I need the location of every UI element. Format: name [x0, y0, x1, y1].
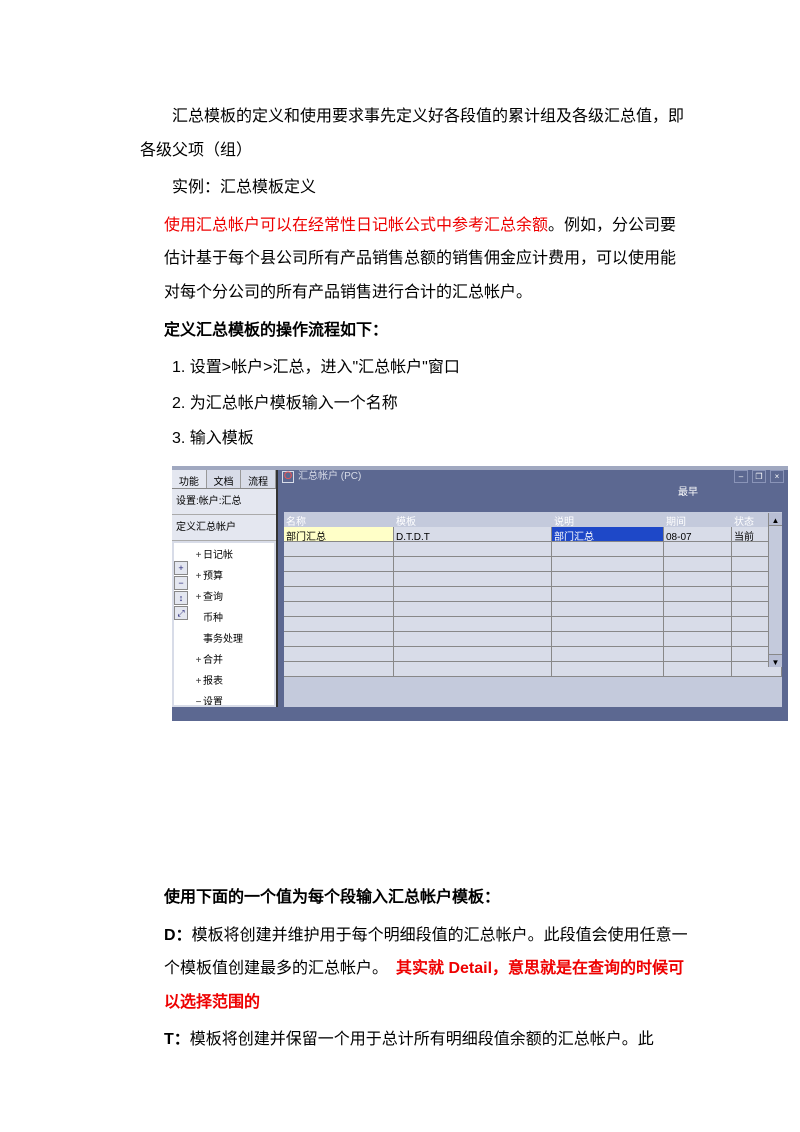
tab-document[interactable]: 文档	[207, 470, 242, 488]
breadcrumb: 设置:帐户:汇总	[172, 489, 276, 515]
window-title: 汇总帐户 (PC)	[298, 466, 734, 487]
minimize-icon[interactable]: –	[734, 470, 748, 483]
tab-process[interactable]: 流程	[241, 470, 276, 488]
breadcrumb-2: 定义汇总帐户	[172, 515, 276, 541]
step-3: 3. 输入模板	[172, 422, 690, 456]
tree-item[interactable]: 币种	[192, 608, 274, 629]
label-early: 最早	[678, 482, 698, 503]
form-pane: O 汇总帐户 (PC) – ❐ × 最早 名称 模板 说明 期间 状态 部门汇总…	[278, 470, 788, 707]
intro-para: 汇总模板的定义和使用要求事先定义好各段值的累计组及各级汇总值，即各级父项（组）	[140, 100, 690, 167]
tree-item[interactable]: +预算	[192, 566, 274, 587]
data-grid: 名称 模板 说明 期间 状态 部门汇总 D.T.D.T 部门汇总 08-07 当…	[284, 512, 782, 707]
tree-item[interactable]: +报表	[192, 671, 274, 692]
cell-name[interactable]: 部门汇总	[284, 527, 394, 541]
scrollbar[interactable]: ▲▼	[768, 513, 782, 667]
segment-title: 使用下面的一个值为每个段输入汇总帐户模板：	[164, 881, 690, 915]
tab-function[interactable]: 功能	[172, 470, 207, 488]
example-desc: 使用汇总帐户可以在经常性日记帐公式中参考汇总余额。例如，分公司要估计基于每个县公…	[164, 209, 690, 310]
table-row[interactable]	[284, 542, 782, 557]
tree-item[interactable]: 事务处理	[192, 629, 274, 650]
oracle-icon: O	[282, 471, 294, 483]
navigator-pane: 功能 文档 流程 设置:帐户:汇总 定义汇总帐户 + − ↕ ⤢ +日记帐 +预…	[172, 470, 278, 707]
table-row[interactable]: 部门汇总 D.T.D.T 部门汇总 08-07 当前	[284, 527, 782, 542]
example-title: 实例：汇总模板定义	[140, 171, 690, 205]
table-row[interactable]	[284, 572, 782, 587]
table-row[interactable]	[284, 617, 782, 632]
table-row[interactable]	[284, 587, 782, 602]
window-titlebar: O 汇总帐户 (PC) – ❐ ×	[278, 470, 788, 484]
tree-item[interactable]: −设置	[192, 692, 274, 705]
col-name: 名称	[284, 512, 394, 526]
red-text-1: 使用汇总帐户可以在经常性日记帐公式中参考汇总余额	[164, 217, 548, 234]
cell-period[interactable]: 08-07	[664, 527, 732, 541]
table-row[interactable]	[284, 647, 782, 662]
col-desc: 说明	[552, 512, 664, 526]
close-icon[interactable]: ×	[770, 470, 784, 483]
restore-icon[interactable]: ❐	[752, 470, 766, 483]
tree-item[interactable]: +合并	[192, 650, 274, 671]
col-template: 模板	[394, 512, 552, 526]
col-period: 期间	[664, 512, 732, 526]
table-row[interactable]	[284, 602, 782, 617]
d-desc: D：模板将创建并维护用于每个明细段值的汇总帐户。此段值会使用任意一个模板值创建最…	[164, 919, 690, 1020]
t-desc: T：模板将创建并保留一个用于总计所有明细段值余额的汇总帐户。此	[164, 1023, 690, 1057]
step-1: 1. 设置>帐户>汇总，进入"汇总帐户"窗口	[172, 351, 690, 385]
step-2: 2. 为汇总帐户模板输入一个名称	[172, 387, 690, 421]
cell-desc[interactable]: 部门汇总	[552, 527, 664, 541]
table-row[interactable]	[284, 632, 782, 647]
nav-tree: + − ↕ ⤢ +日记帐 +预算 +查询 币种 事务处理 +合并 +报表 −设置…	[174, 543, 274, 705]
screenshot: 功能 文档 流程 设置:帐户:汇总 定义汇总帐户 + − ↕ ⤢ +日记帐 +预…	[172, 466, 788, 721]
scroll-up-icon[interactable]: ▲	[769, 513, 782, 526]
cell-template[interactable]: D.T.D.T	[394, 527, 552, 541]
table-row[interactable]	[284, 557, 782, 572]
flow-title: 定义汇总模板的操作流程如下：	[164, 314, 690, 348]
table-row[interactable]	[284, 662, 782, 677]
tool-icon-2[interactable]: ⤢	[174, 606, 188, 620]
tree-item[interactable]: +查询	[192, 587, 274, 608]
tree-item[interactable]: +日记帐	[192, 545, 274, 566]
scroll-down-icon[interactable]: ▼	[769, 654, 782, 667]
